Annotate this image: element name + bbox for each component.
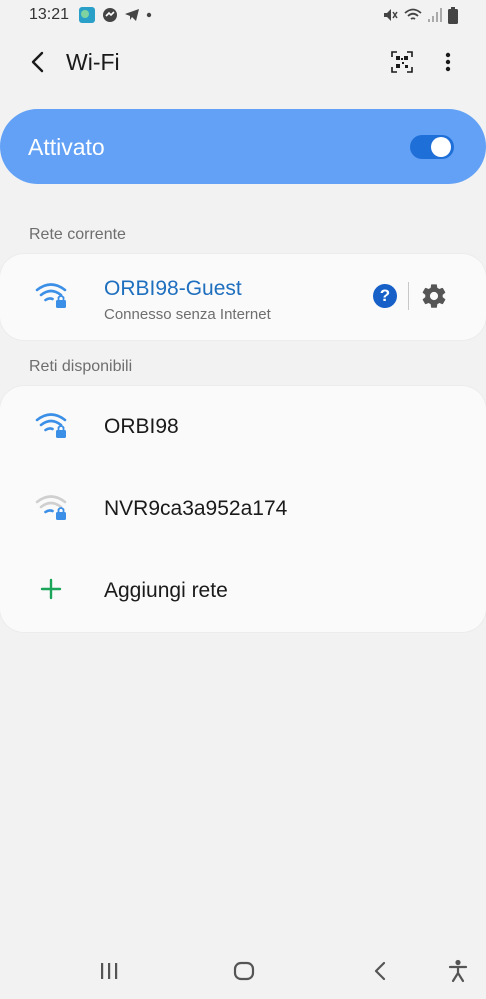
signal-icon	[428, 8, 442, 22]
recent-apps-icon	[101, 963, 118, 979]
qr-code-button[interactable]	[387, 47, 417, 77]
current-network-row[interactable]: ORBI98-Guest Connesso senza Internet ?	[0, 254, 486, 340]
network-name: NVR9ca3a952a174	[104, 497, 288, 520]
plus-icon	[40, 578, 62, 600]
accessibility-icon	[448, 959, 468, 983]
vertical-divider	[408, 282, 409, 310]
back-icon	[374, 961, 386, 981]
page-title: Wi-Fi	[66, 49, 120, 75]
help-icon[interactable]: ?	[373, 284, 397, 308]
wifi-secured-icon	[35, 283, 67, 308]
current-network-card: ORBI98-Guest Connesso senza Internet ?	[0, 254, 486, 340]
back-arrow-icon	[31, 51, 44, 73]
current-network-status: Connesso senza Internet	[104, 306, 271, 323]
more-notifications-dot-icon	[146, 12, 152, 18]
accessibility-button[interactable]	[443, 956, 473, 986]
recent-apps-button[interactable]	[94, 956, 124, 986]
battery-icon	[448, 6, 458, 24]
add-network-label: Aggiungi rete	[104, 579, 228, 602]
wifi-toggle[interactable]	[410, 135, 454, 159]
more-vert-icon	[445, 52, 451, 72]
wifi-weak-secured-icon	[35, 495, 67, 520]
back-button[interactable]	[24, 48, 52, 76]
qr-code-icon	[391, 51, 413, 73]
current-network-name: ORBI98-Guest	[104, 277, 242, 300]
available-networks-header: Reti disponibili	[29, 358, 133, 375]
network-row[interactable]: NVR9ca3a952a174	[0, 468, 486, 550]
app-notification-icon	[79, 7, 95, 23]
more-options-button[interactable]	[434, 47, 462, 77]
nav-back-button[interactable]	[365, 956, 395, 986]
mute-icon	[384, 9, 398, 21]
home-button[interactable]	[229, 956, 259, 986]
current-network-header: Rete corrente	[29, 226, 126, 243]
status-time: 13:21	[29, 6, 70, 23]
network-name: ORBI98	[104, 415, 179, 438]
wifi-secured-icon	[35, 413, 67, 438]
home-icon	[233, 961, 255, 981]
gear-icon[interactable]	[420, 282, 448, 310]
status-bar: 13:21	[0, 0, 486, 30]
app-bar: Wi-Fi	[0, 36, 486, 88]
telegram-notification-icon	[125, 9, 139, 21]
wifi-status-icon	[404, 8, 422, 20]
add-network-row[interactable]: Aggiungi rete	[0, 550, 486, 632]
master-switch-label: Attivato	[28, 134, 105, 160]
navigation-bar	[0, 942, 486, 999]
network-row[interactable]: ORBI98	[0, 386, 486, 468]
available-networks-card: ORBI98 NVR9ca3a952a174 Aggiungi rete	[0, 386, 486, 632]
toggle-thumb	[431, 137, 451, 157]
wifi-master-switch[interactable]: Attivato	[0, 109, 486, 184]
messenger-notification-icon	[103, 8, 117, 22]
